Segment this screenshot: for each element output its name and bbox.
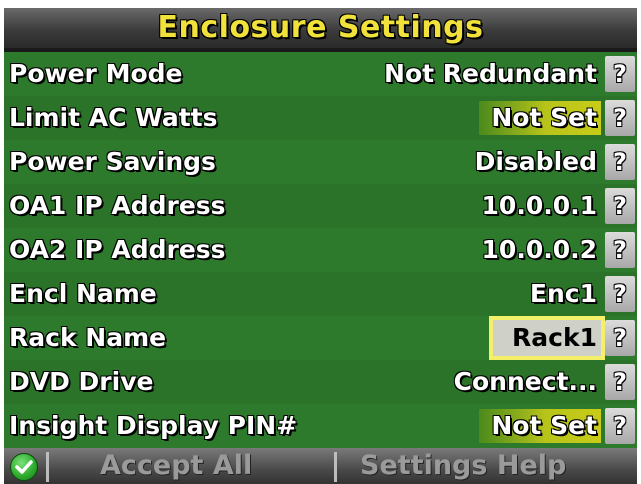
setting-row-oa2-ip-address[interactable]: OA2 IP Address 10.0.0.2 ? (4, 228, 637, 272)
setting-row-insight-display-pin[interactable]: Insight Display PIN# Not Set ? (4, 404, 637, 448)
setting-value[interactable]: 10.0.0.2 (478, 232, 601, 268)
setting-label: Power Savings (9, 147, 216, 176)
setting-label: Rack Name (9, 323, 167, 352)
title-bar: Enclosure Settings (4, 8, 637, 48)
settings-help-button[interactable]: Settings Help (360, 448, 566, 484)
setting-value[interactable]: Disabled (471, 144, 601, 180)
setting-value[interactable]: Not Redundant (380, 56, 601, 92)
help-button[interactable]: ? (605, 320, 635, 356)
help-button[interactable]: ? (605, 408, 635, 444)
setting-row-limit-ac-watts[interactable]: Limit AC Watts Not Set ? (4, 96, 637, 140)
setting-label: Encl Name (9, 279, 157, 308)
bottom-bar: Accept All Settings Help (4, 448, 637, 484)
setting-row-encl-name[interactable]: Encl Name Enc1 ? (4, 272, 637, 316)
page-title: Enclosure Settings (157, 10, 484, 45)
accept-all-button[interactable]: Accept All (100, 448, 252, 484)
display-screen: Enclosure Settings Power Mode Not Redund… (4, 8, 637, 484)
divider (334, 452, 337, 482)
setting-label: Insight Display PIN# (9, 411, 298, 440)
setting-label: OA1 IP Address (9, 191, 226, 220)
setting-row-rack-name[interactable]: Rack Name Rack1 ? (4, 316, 637, 360)
help-button[interactable]: ? (605, 144, 635, 180)
help-button[interactable]: ? (605, 100, 635, 136)
setting-label: DVD Drive (9, 367, 154, 396)
help-button[interactable]: ? (605, 276, 635, 312)
help-button[interactable]: ? (605, 56, 635, 92)
setting-value[interactable]: Not Set (479, 101, 601, 135)
setting-row-oa1-ip-address[interactable]: OA1 IP Address 10.0.0.1 ? (4, 184, 637, 228)
setting-value[interactable]: Enc1 (526, 276, 601, 312)
setting-label: Power Mode (9, 59, 183, 88)
divider (46, 452, 49, 482)
help-button[interactable]: ? (605, 188, 635, 224)
help-button[interactable]: ? (605, 232, 635, 268)
setting-row-dvd-drive[interactable]: DVD Drive Connect... ? (4, 360, 637, 404)
setting-row-power-mode[interactable]: Power Mode Not Redundant ? (4, 52, 637, 96)
setting-label: OA2 IP Address (9, 235, 226, 264)
settings-list: Power Mode Not Redundant ? Limit AC Watt… (4, 52, 637, 448)
setting-value-selected[interactable]: Rack1 (489, 316, 605, 360)
setting-value[interactable]: Connect... (450, 364, 601, 400)
setting-value[interactable]: Not Set (479, 409, 601, 443)
setting-value-text: Rack1 (493, 320, 601, 356)
setting-row-power-savings[interactable]: Power Savings Disabled ? (4, 140, 637, 184)
help-button[interactable]: ? (605, 364, 635, 400)
setting-label: Limit AC Watts (9, 103, 218, 132)
setting-value[interactable]: 10.0.0.1 (478, 188, 601, 224)
check-circle-icon[interactable] (10, 453, 38, 481)
